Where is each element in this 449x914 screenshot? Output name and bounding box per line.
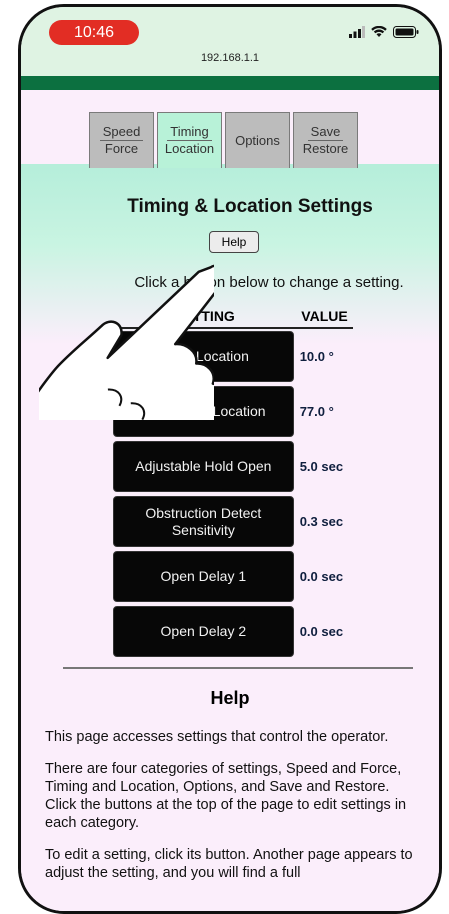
- setting-value: 77.0 °: [299, 404, 334, 419]
- section-divider: [63, 667, 413, 669]
- value-column-header: VALUE: [301, 308, 348, 324]
- tab-label-line2: Location: [164, 141, 215, 156]
- signal-icon: [349, 25, 365, 43]
- address-bar-url[interactable]: 192.168.1.1: [21, 52, 439, 64]
- instruction-text: Click a button below to change a setting…: [134, 274, 404, 291]
- latch-location-button[interactable]: Latch Location: [113, 331, 294, 382]
- obstruction-detect-sensitivity-button[interactable]: Obstruction Detect Sensitivity: [113, 496, 294, 547]
- tab-speed-force[interactable]: Speed Force: [89, 112, 154, 168]
- settings-table: SETTING VALUE Latch Location 10.0 ° Back…: [113, 308, 353, 659]
- tab-label-line2: Restore: [302, 141, 349, 156]
- setting-value: 5.0 sec: [299, 459, 344, 474]
- table-row: Adjustable Hold Open 5.0 sec: [113, 439, 353, 494]
- table-row: Obstruction Detect Sensitivity 0.3 sec: [113, 494, 353, 549]
- setting-column-header: SETTING: [174, 308, 235, 324]
- help-text: This page accesses settings that control…: [45, 728, 417, 896]
- table-row: Backcheck Location 77.0 °: [113, 384, 353, 439]
- tab-options[interactable]: Options: [225, 112, 290, 168]
- tab-label-line1: Save: [307, 124, 344, 141]
- tab-label: Options: [235, 132, 280, 148]
- setting-value: 0.0 sec: [299, 624, 344, 639]
- page-title: Timing & Location Settings: [127, 196, 373, 217]
- help-heading: Help: [210, 688, 250, 708]
- tab-label-line2: Force: [104, 141, 139, 156]
- table-row: Open Delay 1 0.0 sec: [113, 549, 353, 604]
- help-paragraph: This page accesses settings that control…: [45, 729, 389, 745]
- battery-icon: [393, 25, 419, 43]
- status-bar: 10:46 192.168.1.1: [21, 7, 439, 79]
- setting-value: 10.0 °: [299, 349, 334, 364]
- help-button[interactable]: Help: [209, 231, 259, 253]
- adjustable-hold-open-button[interactable]: Adjustable Hold Open: [113, 441, 294, 492]
- tab-bar: Speed Force Timing Location Options Save…: [89, 112, 358, 168]
- tab-save-restore[interactable]: Save Restore: [293, 112, 358, 168]
- table-row: Latch Location 10.0 °: [113, 329, 353, 384]
- status-icons: [349, 25, 419, 43]
- phone-frame: 10:46 192.168.1.1 Speed Force Timing Loc…: [18, 4, 442, 914]
- help-paragraph: To edit a setting, click its button. Ano…: [45, 847, 413, 881]
- tab-label-line1: Speed: [99, 124, 144, 141]
- setting-value: 0.0 sec: [299, 569, 344, 584]
- backcheck-location-button[interactable]: Backcheck Location: [113, 386, 294, 437]
- open-delay-2-button[interactable]: Open Delay 2: [113, 606, 294, 657]
- table-header: SETTING VALUE: [113, 308, 353, 329]
- help-paragraph: There are four categories of settings, S…: [45, 761, 407, 831]
- tab-timing-location[interactable]: Timing Location: [157, 112, 222, 168]
- page-content: Speed Force Timing Location Options Save…: [21, 90, 439, 911]
- open-delay-1-button[interactable]: Open Delay 1: [113, 551, 294, 602]
- tab-label-line1: Timing: [167, 124, 212, 141]
- wifi-icon: [371, 25, 387, 43]
- header-bar: [21, 76, 439, 90]
- clock: 10:46: [49, 20, 139, 45]
- setting-value: 0.3 sec: [299, 514, 344, 529]
- table-row: Open Delay 2 0.0 sec: [113, 604, 353, 659]
